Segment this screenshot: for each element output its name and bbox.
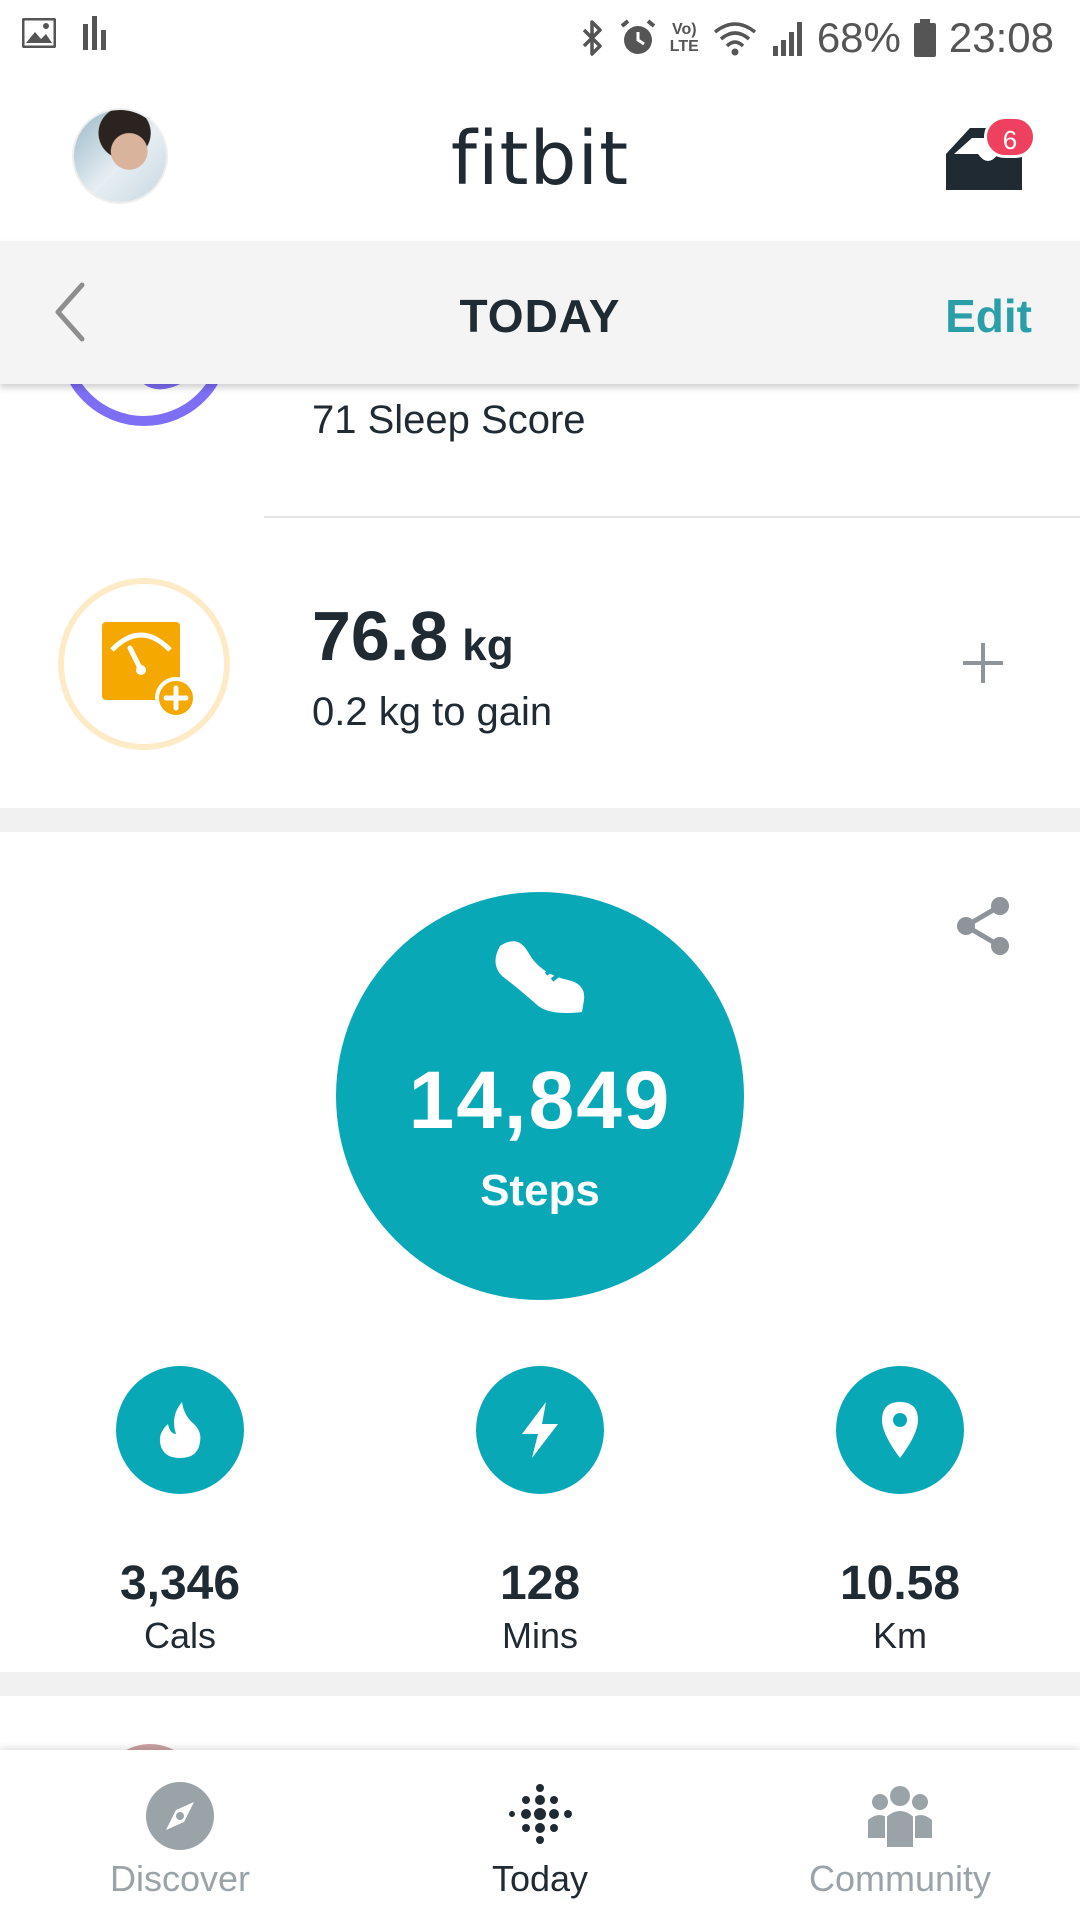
status-left-icons [22,16,108,50]
status-bar: Vo) LTE 68% 23:08 [0,0,1080,76]
distance-value: 10.58 [839,1557,961,1610]
weight-value: 76.8 kg [312,596,514,676]
shoe-icon [495,941,585,1013]
signal-icon [772,22,802,56]
steps-label: Steps [480,1166,600,1215]
sleep-score-text: 71 Sleep Score [312,398,586,442]
section-separator [0,808,1080,832]
edit-button[interactable]: Edit [945,289,1032,343]
flame-icon [116,1366,244,1494]
nav-today-label: Today [491,1858,589,1899]
nav-today[interactable]: Today [360,1750,720,1920]
weight-number: 76.8 [312,597,449,675]
inbox-badge: 6 [984,116,1036,158]
wifi-icon [713,22,756,56]
activity-summary: 14,849 Steps 3,346 Cals 128 Mins 10.58 K… [0,832,1080,1672]
steps-circle[interactable]: 14,849 Steps [336,892,744,1300]
fitbit-dots-icon [509,1784,572,1844]
calories-unit: Cals [143,1615,217,1656]
steps-count: 14,849 [408,1055,672,1146]
next-tile-peek [0,1696,1080,1750]
community-people-icon [868,1786,932,1849]
weight-goal-text: 0.2 kg to gain [312,690,553,734]
nav-community[interactable]: Community [720,1750,1080,1920]
bottom-navigation: Discover Today Community [0,1750,1080,1920]
nav-community-label: Community [808,1858,992,1899]
add-weight-plus-icon[interactable] [958,638,1008,688]
volte-indicator: Vo) LTE [670,21,699,55]
gallery-notification-icon [22,18,56,48]
weight-tile[interactable]: 76.8 kg 0.2 kg to gain [0,518,1080,808]
bluetooth-icon [582,20,602,56]
compass-icon [146,1782,214,1850]
distance-unit: Km [873,1615,927,1656]
active-minutes-unit: Mins [501,1615,578,1656]
battery-icon [913,19,936,57]
alarm-icon [620,19,656,54]
fitbit-logo: fitbit [450,116,630,202]
calories-stat[interactable]: 3,346 Cals [50,1366,310,1657]
volte-label: Vo) [672,21,697,38]
share-icon[interactable] [952,894,1016,958]
weight-scale-icon [58,578,230,750]
calories-value: 3,346 [119,1557,241,1610]
active-minutes-value: 128 [499,1557,581,1610]
bar-chart-notification-icon [83,16,106,50]
clock: 23:08 [948,14,1054,61]
fitbit-today-screen: Vo) LTE 68% 23:08 fitbit 6 TODAY Edit 71… [0,0,1080,1920]
section-separator [0,1672,1080,1696]
page-title: TODAY [459,290,621,342]
sleep-moon-icon [58,384,230,426]
location-pin-icon [836,1366,964,1494]
nav-discover[interactable]: Discover [0,1750,360,1920]
lightning-icon [476,1366,604,1494]
sleep-tile[interactable]: 71 Sleep Score [0,384,1080,518]
battery-percentage: 68% [816,14,901,61]
status-right-icons: Vo) LTE 68% 23:08 [580,10,1054,66]
app-header: fitbit 6 [0,76,1080,241]
nav-discover-label: Discover [109,1858,251,1899]
active-minutes-stat[interactable]: 128 Mins [410,1366,670,1657]
weight-unit: kg [462,621,514,670]
today-header-bar: TODAY Edit [0,241,1080,384]
distance-stat[interactable]: 10.58 Km [770,1366,1030,1657]
lte-label: LTE [669,38,699,55]
